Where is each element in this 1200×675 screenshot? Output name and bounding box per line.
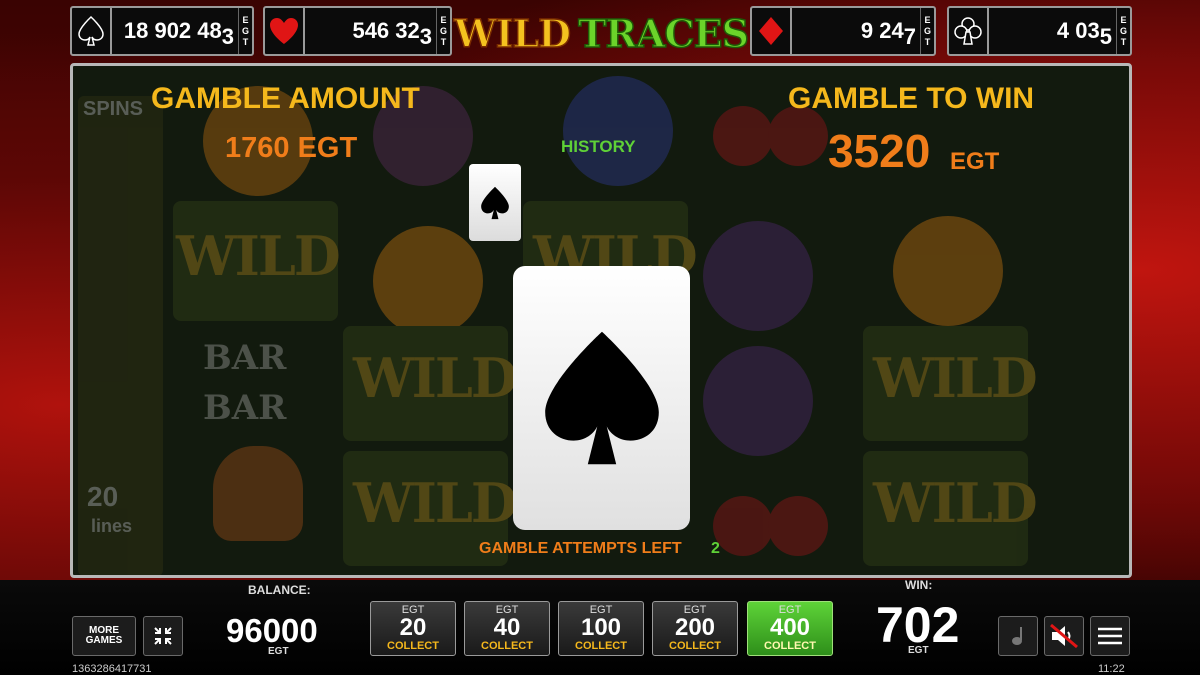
jackpot-diamond: 9 247 EGT [750, 6, 936, 56]
spade-icon [544, 331, 659, 465]
bet-value: 200 [674, 614, 716, 641]
gamble-amount-label: GAMBLE AMOUNT [151, 82, 420, 115]
music-note-icon [1012, 627, 1022, 645]
gamble-panel: SPINS 20 lines WILD BAR BAR WILD WILD WI… [70, 63, 1132, 578]
club-icon [949, 8, 989, 54]
spins-label: SPINS [83, 98, 144, 120]
jackpot-value: 546 32 [352, 18, 420, 43]
jackpot-unit: EGT [436, 8, 450, 54]
bar-symbol: BAR [203, 388, 287, 428]
bet-collect-label: COLLECT [764, 640, 816, 652]
bet-value: 100 [580, 614, 622, 641]
jackpot-unit: EGT [238, 8, 252, 54]
game-logo: WILD TRACES [453, 6, 750, 60]
more-games-label: GAMES [85, 635, 123, 646]
minimize-icon [154, 627, 172, 645]
spade-icon [72, 8, 112, 54]
music-button[interactable] [998, 616, 1038, 656]
gamble-to-win-label: GAMBLE TO WIN [788, 82, 1035, 115]
wild-symbol: WILD [353, 346, 518, 410]
bet-button-20[interactable]: EGT 20 COLLECT [370, 601, 456, 656]
jackpot-value-last-digit: 3 [419, 24, 432, 49]
bet-collect-label: COLLECT [481, 640, 533, 652]
menu-button[interactable] [1090, 616, 1130, 656]
spade-icon [481, 186, 509, 219]
gamble-attempts-label: GAMBLE ATTEMPTS LEFT [479, 540, 682, 557]
current-card[interactable] [513, 266, 690, 530]
jackpot-value-last-digit: 7 [903, 24, 916, 49]
jackpot-unit: EGT [920, 8, 934, 54]
wild-symbol: WILD [176, 224, 341, 288]
ticket-id: 1363286417731 [72, 663, 152, 675]
gamble-to-win-value: 3520 [828, 125, 931, 177]
hamburger-menu-icon [1098, 627, 1122, 645]
wild-symbol: WILD [873, 471, 1038, 535]
bet-value: 400 [769, 614, 811, 641]
jackpot-value-last-digit: 3 [221, 24, 234, 49]
wild-symbol: WILD [353, 471, 518, 535]
speaker-muted-icon [1050, 623, 1078, 649]
lines-label: lines [91, 516, 133, 536]
wild-symbol: WILD [873, 346, 1038, 410]
gamble-to-win-unit: EGT [950, 148, 1000, 175]
jackpot-spade: 18 902 483 EGT [70, 6, 254, 56]
sound-button[interactable] [1044, 616, 1084, 656]
diamond-icon [752, 8, 792, 54]
win-unit: EGT [908, 645, 929, 656]
jackpot-heart: 546 323 EGT [263, 6, 452, 56]
logo-text-wild: WILD [453, 10, 572, 57]
more-games-button[interactable]: MORE GAMES [72, 616, 136, 656]
heart-icon [265, 8, 305, 54]
win-label: WIN: [905, 578, 933, 592]
bet-button-200[interactable]: EGT 200 COLLECT [652, 601, 738, 656]
balance-value: 96000 [226, 612, 318, 649]
bet-collect-label: COLLECT [669, 640, 721, 652]
bet-button-40[interactable]: EGT 40 COLLECT [464, 601, 550, 656]
balance-label: BALANCE: [248, 583, 311, 597]
logo-text-traces: TRACES [577, 10, 750, 57]
bet-button-400[interactable]: EGT 400 COLLECT [747, 601, 833, 656]
bet-button-100[interactable]: EGT 100 COLLECT [558, 601, 644, 656]
history-label: HISTORY [561, 137, 636, 156]
gamble-amount-value: 1760 EGT [225, 132, 358, 164]
bet-value: 20 [399, 614, 427, 641]
balance-unit: EGT [268, 646, 289, 657]
bet-collect-label: COLLECT [575, 640, 627, 652]
bet-collect-label: COLLECT [387, 640, 439, 652]
jackpot-value-last-digit: 5 [1099, 24, 1112, 49]
lines-count: 20 [87, 481, 119, 512]
history-card [469, 164, 521, 241]
fullscreen-button[interactable] [143, 616, 183, 656]
jackpot-value: 18 902 48 [123, 18, 222, 43]
jackpot-value: 4 03 [1056, 18, 1100, 43]
jackpot-club: 4 035 EGT [947, 6, 1132, 56]
bar-symbol: BAR [203, 338, 287, 378]
jackpot-unit: EGT [1116, 8, 1130, 54]
jackpot-value: 9 24 [860, 18, 904, 43]
clock: 11:22 [1098, 663, 1125, 675]
gamble-attempts-value: 2 [711, 540, 720, 557]
bet-value: 40 [493, 614, 521, 641]
